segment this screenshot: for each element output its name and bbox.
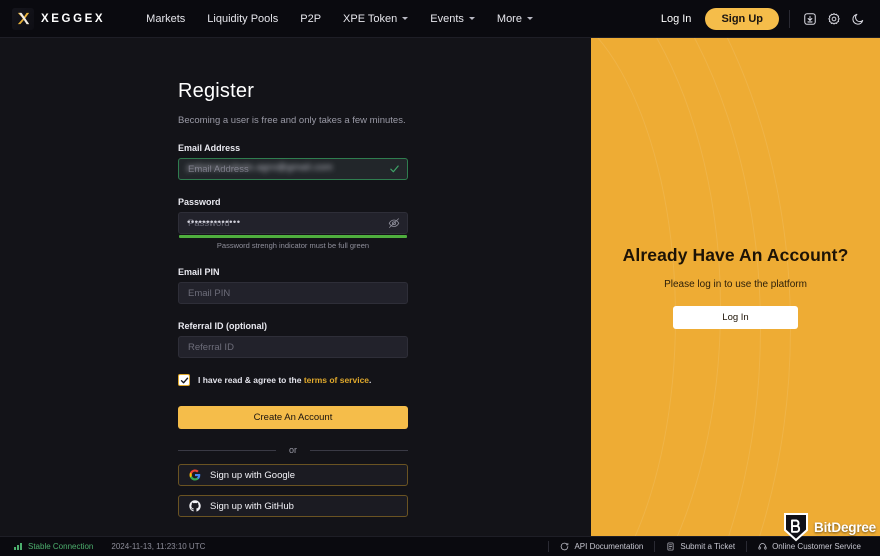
top-navigation-bar: XEGGEX Markets Liquidity Pools P2P XPE T… bbox=[0, 0, 880, 38]
promo-title: Already Have An Account? bbox=[622, 245, 849, 265]
register-page: XEGGEX Markets Liquidity Pools P2P XPE T… bbox=[0, 0, 880, 556]
nav-label: P2P bbox=[300, 12, 322, 25]
nav-item-events[interactable]: Events bbox=[419, 7, 486, 31]
or-divider: or bbox=[178, 445, 409, 455]
header-signup-button[interactable]: Sign Up bbox=[705, 7, 779, 30]
register-form: Register Becoming a user is free and onl… bbox=[178, 80, 409, 517]
footer-link-label: Online Customer Service bbox=[772, 542, 861, 551]
email-pin-label: Email PIN bbox=[178, 267, 220, 277]
nav-label: Liquidity Pools bbox=[207, 12, 279, 25]
header-login-link[interactable]: Log In bbox=[651, 7, 702, 31]
chevron-down-icon bbox=[402, 17, 409, 20]
social-label: Sign up with GitHub bbox=[210, 500, 294, 512]
nav-label: XPE Token bbox=[343, 12, 398, 25]
xeggex-x-logo-icon bbox=[12, 7, 34, 30]
main-nav: Markets Liquidity Pools P2P XPE Token Ev… bbox=[135, 7, 544, 31]
ticket-document-icon bbox=[666, 542, 675, 551]
header-actions: Log In Sign Up bbox=[651, 7, 870, 31]
page-title: Register bbox=[178, 80, 255, 102]
nav-item-more[interactable]: More bbox=[486, 7, 544, 31]
github-icon bbox=[189, 500, 201, 512]
email-pin-field-group: Email PIN bbox=[178, 267, 408, 304]
nav-label: Markets bbox=[146, 12, 186, 25]
footer-link-label: Submit a Ticket bbox=[680, 542, 736, 551]
registration-panel: Register Becoming a user is free and onl… bbox=[0, 38, 591, 536]
promo-login-button[interactable]: Log In bbox=[673, 306, 798, 329]
terms-of-service-link[interactable]: terms of service bbox=[304, 375, 369, 385]
download-icon[interactable] bbox=[798, 7, 822, 31]
create-account-button[interactable]: Create An Account bbox=[178, 406, 408, 429]
password-strength-bar bbox=[179, 235, 407, 238]
nav-label: Events bbox=[430, 12, 464, 25]
password-strength-hint: Password strengh indicator must be full … bbox=[216, 241, 370, 250]
terms-row: I have read & agree to the terms of serv… bbox=[178, 374, 408, 386]
referral-field-group: Referral ID (optional) bbox=[178, 321, 408, 358]
promo-content: Already Have An Account? Please log in t… bbox=[591, 38, 880, 536]
brand-name: XEGGEX bbox=[41, 12, 106, 25]
terms-text-before: I have read & agree to the bbox=[198, 375, 302, 385]
submit-ticket-link[interactable]: Submit a Ticket bbox=[655, 542, 746, 551]
signal-bars-icon bbox=[14, 543, 22, 550]
chevron-down-icon bbox=[526, 17, 533, 20]
bitdegree-shield-icon bbox=[783, 512, 809, 542]
social-label: Sign up with Google bbox=[210, 469, 296, 481]
email-input-shell: palomarcuboto.agro@gmail.com bbox=[178, 158, 408, 180]
nav-item-liquidity-pools[interactable]: Liquidity Pools bbox=[196, 7, 289, 31]
footer-timestamp: 2024-11-13, 11:23:10 UTC bbox=[111, 542, 206, 551]
signup-with-github-button[interactable]: Sign up with GitHub bbox=[178, 495, 408, 517]
terms-text-after: . bbox=[369, 375, 372, 385]
nav-item-markets[interactable]: Markets bbox=[135, 7, 196, 31]
gear-icon[interactable] bbox=[822, 7, 846, 31]
nav-label: More bbox=[496, 12, 522, 25]
email-value-redacted: palomarcuboto.agro@gmail.com bbox=[187, 162, 333, 173]
promo-subtitle: Please log in to use the platform bbox=[664, 279, 807, 290]
eye-off-icon[interactable] bbox=[388, 217, 400, 229]
header-divider bbox=[789, 9, 790, 28]
footer-links: API Documentation Submit a Ticket Online… bbox=[548, 541, 872, 552]
api-documentation-link[interactable]: API Documentation bbox=[549, 542, 654, 551]
email-pin-input[interactable] bbox=[178, 282, 408, 304]
terms-checkbox[interactable] bbox=[178, 374, 190, 386]
referral-label: Referral ID (optional) bbox=[178, 321, 268, 331]
bitdegree-label: BitDegree bbox=[814, 519, 876, 535]
nav-item-p2p[interactable]: P2P bbox=[289, 7, 332, 31]
connection-status-text: Stable Connection bbox=[28, 542, 94, 551]
nav-item-xpe-token[interactable]: XPE Token bbox=[332, 7, 419, 31]
password-label: Password bbox=[178, 197, 221, 207]
divider-label: or bbox=[289, 445, 298, 455]
password-masked-value: •••••••••••••• bbox=[187, 217, 241, 228]
page-subtitle: Becoming a user is free and only takes a… bbox=[178, 115, 406, 126]
api-circle-icon bbox=[560, 542, 569, 551]
moon-icon[interactable] bbox=[846, 7, 870, 31]
signup-with-google-button[interactable]: Sign up with Google bbox=[178, 464, 408, 486]
google-icon bbox=[189, 469, 201, 481]
online-customer-service-link[interactable]: Online Customer Service bbox=[747, 542, 872, 551]
check-icon bbox=[389, 164, 400, 175]
brand-logo[interactable]: XEGGEX bbox=[12, 7, 106, 30]
promo-panel: Already Have An Account? Please log in t… bbox=[591, 38, 880, 536]
email-field-group: Email Address palomarcuboto.agro@gmail.c… bbox=[178, 143, 408, 180]
terms-text: I have read & agree to the terms of serv… bbox=[198, 375, 371, 385]
password-field-group: Password •••••••••••••• Password strengh… bbox=[178, 197, 408, 250]
bitdegree-watermark: BitDegree bbox=[783, 512, 876, 542]
divider-line-left bbox=[178, 449, 276, 451]
divider-line-right bbox=[310, 449, 409, 451]
headset-icon bbox=[758, 542, 767, 551]
password-input-shell: •••••••••••••• bbox=[178, 212, 408, 234]
email-label: Email Address bbox=[178, 143, 241, 153]
chevron-down-icon bbox=[468, 17, 475, 20]
status-footer: Stable Connection 2024-11-13, 11:23:10 U… bbox=[0, 536, 880, 556]
footer-link-label: API Documentation bbox=[574, 542, 644, 551]
referral-input[interactable] bbox=[178, 336, 408, 358]
connection-status-group: Stable Connection 2024-11-13, 11:23:10 U… bbox=[14, 542, 205, 551]
